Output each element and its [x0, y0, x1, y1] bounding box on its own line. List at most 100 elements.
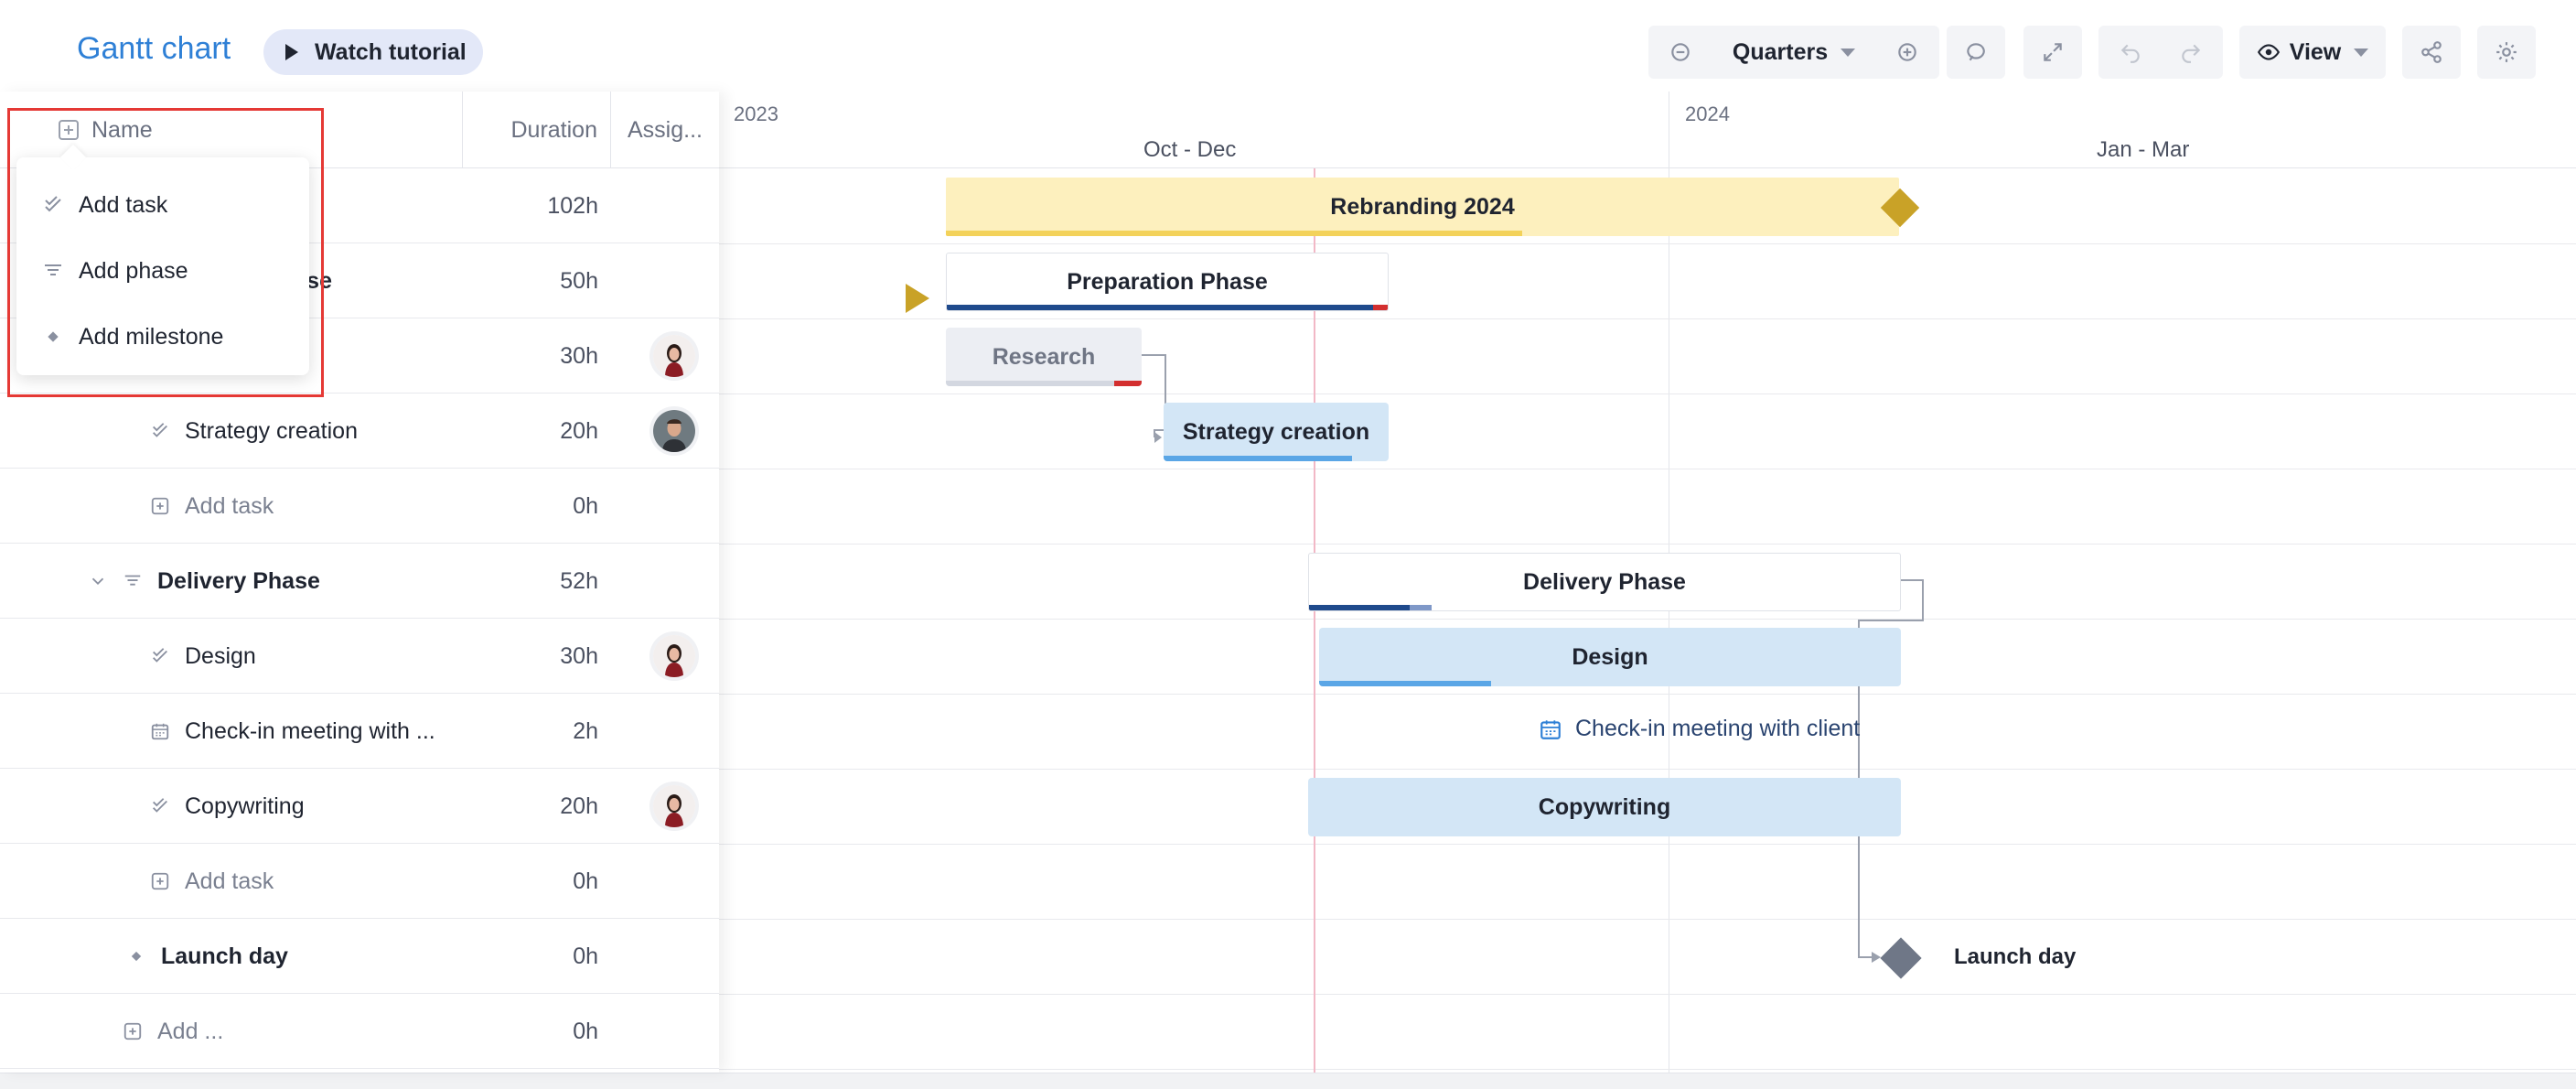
table-row[interactable]: Copywriting 20h: [0, 769, 719, 844]
horizontal-scrollbar[interactable]: [0, 1073, 2576, 1089]
menu-item-label: Add phase: [79, 257, 188, 284]
menu-item-add-task[interactable]: Add task: [16, 172, 309, 238]
comment-icon: [1967, 43, 1985, 61]
top-bar: Gantt chart Watch tutorial Quarters View: [0, 0, 2576, 99]
column-name-label: Name: [91, 116, 153, 143]
column-header-assignee[interactable]: Assig...: [611, 92, 719, 168]
column-assignee-label: Assig...: [628, 116, 703, 143]
avatar[interactable]: [653, 785, 695, 827]
bar-progress: [1164, 456, 1352, 461]
row-name-text: Launch day: [161, 943, 288, 969]
add-task-row[interactable]: Add task: [150, 844, 274, 919]
row-duration: 20h: [560, 417, 598, 444]
column-header-duration[interactable]: Duration: [463, 92, 611, 168]
task-icon: [150, 796, 170, 816]
chevron-down-icon: [2354, 48, 2369, 57]
chevron-down-icon: [1841, 48, 1856, 57]
zoom-in-button[interactable]: [1875, 26, 1939, 79]
add-item-row[interactable]: Add ...: [123, 994, 223, 1069]
bar-label: Preparation Phase: [1067, 268, 1268, 295]
phase-icon: [123, 571, 143, 591]
gantt-bar-research[interactable]: Research: [946, 328, 1142, 386]
add-icon[interactable]: [59, 120, 79, 140]
zoom-level-value: Quarters: [1732, 38, 1829, 65]
watch-tutorial-label: Watch tutorial: [315, 38, 467, 65]
row-duration: 2h: [573, 717, 598, 744]
add-icon: [123, 1021, 143, 1041]
task-icon: [150, 421, 170, 441]
zoom-out-icon: [1671, 43, 1690, 61]
overdue-indicator: [1373, 305, 1388, 310]
fullscreen-button[interactable]: [2023, 26, 2082, 79]
menu-item-add-phase[interactable]: Add phase: [16, 238, 309, 304]
table-row[interactable]: Design 30h: [0, 619, 719, 694]
bar-label: Delivery Phase: [1523, 568, 1686, 595]
avatar[interactable]: [653, 335, 695, 377]
bar-label: Copywriting: [1538, 793, 1671, 820]
table-row[interactable]: Launch day 0h: [0, 919, 719, 994]
event-label: Check-in meeting with client: [1575, 716, 1861, 741]
task-icon: [45, 196, 61, 212]
watch-tutorial-button[interactable]: Watch tutorial: [263, 29, 483, 75]
calendar-icon: [1540, 719, 1561, 739]
comments-button[interactable]: [1947, 26, 2005, 79]
table-row[interactable]: Strategy creation 20h: [0, 394, 719, 469]
gantt-bar-strategy-creation[interactable]: Strategy creation: [1164, 403, 1389, 461]
share-button[interactable]: [2402, 26, 2461, 79]
gantt-bar-copywriting[interactable]: Copywriting: [1308, 778, 1901, 836]
row-name-text: Add ...: [157, 1018, 224, 1044]
eye-icon: [2257, 44, 2280, 60]
table-row[interactable]: Delivery Phase 52h: [0, 544, 719, 619]
row-duration: 30h: [560, 642, 598, 669]
gantt-timeline: 2023 2024 Oct - Dec Jan - Mar Rebranding…: [719, 92, 2576, 1073]
task-icon: [150, 646, 170, 666]
row-duration: 102h: [547, 192, 598, 219]
table-row[interactable]: Add task 0h: [0, 469, 719, 544]
bar-progress: [947, 305, 1373, 310]
zoom-level-select[interactable]: Quarters: [1712, 26, 1875, 79]
phase-icon: [45, 264, 61, 275]
row-duration: 30h: [560, 342, 598, 369]
table-row[interactable]: Add ... 0h: [0, 994, 719, 1069]
avatar[interactable]: [653, 410, 695, 452]
bar-progress: [1309, 605, 1410, 610]
gantt-bar-delivery-phase[interactable]: Delivery Phase: [1308, 553, 1901, 611]
settings-button[interactable]: [2477, 26, 2536, 79]
share-icon: [2421, 41, 2442, 63]
undo-redo-group: [2098, 26, 2223, 79]
calendar-icon: [150, 721, 170, 741]
row-duration: 0h: [573, 492, 598, 519]
gantt-event-checkin-meeting[interactable]: Check-in meeting with client: [1539, 716, 1860, 742]
menu-item-label: Add task: [79, 191, 168, 218]
redo-icon[interactable]: [2179, 40, 2203, 64]
row-name: Design: [150, 619, 256, 694]
row-name: Strategy creation: [150, 394, 358, 469]
undo-icon[interactable]: [2119, 40, 2142, 64]
avatar[interactable]: [653, 635, 695, 677]
row-name: Launch day: [126, 919, 288, 994]
menu-item-add-milestone[interactable]: Add milestone: [16, 304, 309, 370]
gear-icon: [2496, 42, 2517, 62]
gantt-bar-preparation-phase[interactable]: Preparation Phase: [946, 253, 1389, 311]
row-name: Check-in meeting with ...: [150, 694, 435, 769]
row-name-text: Design: [185, 642, 256, 669]
row-duration: 50h: [560, 267, 598, 294]
add-item-menu: Add task Add phase Add milestone: [16, 157, 309, 375]
add-task-row[interactable]: Add task: [150, 469, 274, 544]
zoom-out-button[interactable]: [1648, 26, 1712, 79]
view-menu-button[interactable]: View: [2239, 26, 2386, 79]
table-row[interactable]: Check-in meeting with ... 2h: [0, 694, 719, 769]
bar-progress-secondary: [1410, 605, 1432, 610]
app-title: Gantt chart: [77, 31, 231, 66]
row-duration: 20h: [560, 792, 598, 819]
chevron-down-icon[interactable]: [88, 544, 108, 619]
table-row[interactable]: Add task 0h: [0, 844, 719, 919]
row-name: Delivery Phase: [123, 544, 320, 619]
bar-progress: [946, 381, 1114, 386]
gantt-bar-rebranding-2024[interactable]: Rebranding 2024: [946, 178, 1899, 236]
gantt-bar-design[interactable]: Design: [1319, 628, 1901, 686]
project-start-icon: [906, 284, 929, 313]
bar-label: Design: [1572, 643, 1648, 670]
expand-icon: [2044, 43, 2062, 61]
bar-label: Research: [992, 343, 1096, 370]
